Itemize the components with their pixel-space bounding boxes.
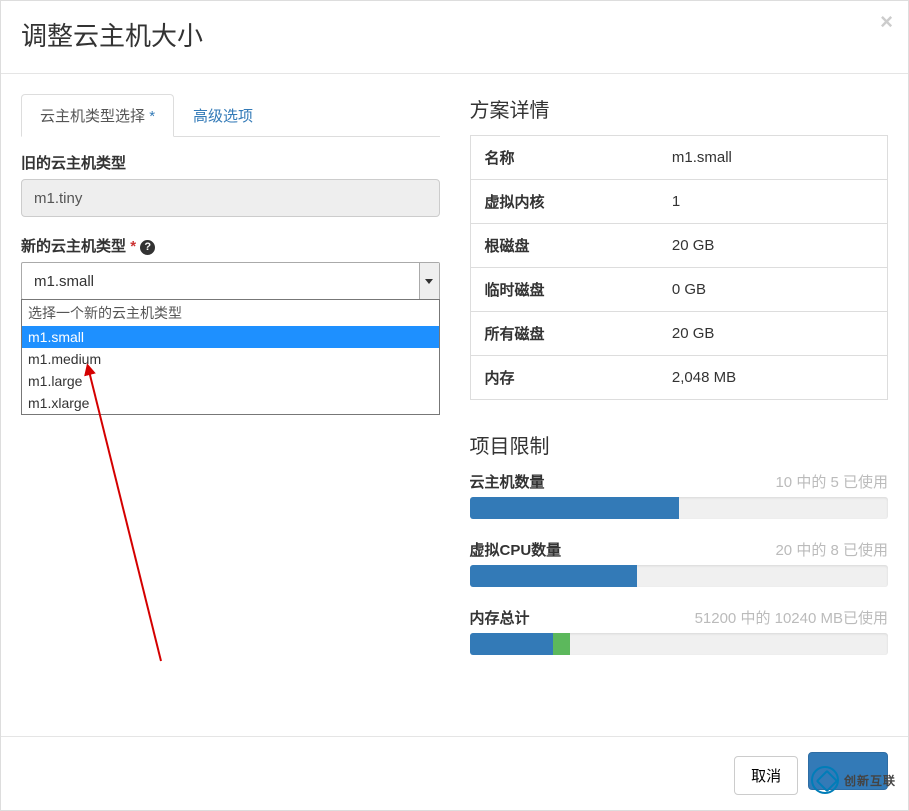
detail-value: 20 GB	[658, 312, 888, 356]
detail-label: 所有磁盘	[470, 312, 658, 356]
close-icon[interactable]: ×	[880, 9, 893, 35]
tab-bar: 云主机类型选择 * 高级选项	[21, 94, 440, 137]
watermark: 创新互联	[811, 766, 896, 794]
progress-bar-track	[470, 565, 889, 587]
quota-usage: 51200 中的 10240 MB已使用	[695, 607, 888, 628]
flavor-dropdown-list: 选择一个新的云主机类型 m1.small m1.medium m1.large …	[21, 299, 440, 415]
table-row: 临时磁盘0 GB	[470, 268, 888, 312]
watermark-logo-icon	[811, 766, 839, 794]
required-marker: *	[149, 108, 155, 125]
new-flavor-select[interactable]: m1.small 选择一个新的云主机类型 m1.small m1.medium …	[21, 262, 440, 300]
new-flavor-label: 新的云主机类型 * ?	[21, 235, 440, 256]
table-row: 名称m1.small	[470, 136, 888, 180]
quota-header: 云主机数量 10 中的 5 已使用	[470, 471, 889, 492]
quota-label: 云主机数量	[470, 471, 545, 492]
details-heading: 方案详情	[470, 94, 889, 123]
detail-value: 0 GB	[658, 268, 888, 312]
new-flavor-group: 新的云主机类型 * ? m1.small 选择一个新的云主机类型 m1.smal…	[21, 235, 440, 300]
progress-bar-track	[470, 497, 889, 519]
flavor-details-table: 名称m1.small 虚拟内核1 根磁盘20 GB 临时磁盘0 GB 所有磁盘2…	[470, 135, 889, 400]
modal-header: × 调整云主机大小	[1, 1, 908, 74]
left-column: 云主机类型选择 * 高级选项 旧的云主机类型 新的云主机类型 * ?	[21, 94, 440, 675]
dropdown-option[interactable]: m1.large	[22, 370, 439, 392]
detail-label: 名称	[470, 136, 658, 180]
quota-instances: 云主机数量 10 中的 5 已使用	[470, 471, 889, 519]
select-value: m1.small	[34, 273, 94, 290]
cancel-button[interactable]: 取消	[734, 756, 798, 795]
quota-usage: 20 中的 8 已使用	[775, 539, 888, 560]
table-row: 内存2,048 MB	[470, 356, 888, 400]
modal-title: 调整云主机大小	[21, 16, 888, 53]
help-icon[interactable]: ?	[140, 240, 155, 255]
detail-label: 临时磁盘	[470, 268, 658, 312]
modal-footer: 取消	[1, 736, 908, 810]
table-row: 所有磁盘20 GB	[470, 312, 888, 356]
modal-body: 云主机类型选择 * 高级选项 旧的云主机类型 新的云主机类型 * ?	[1, 74, 908, 695]
detail-value: m1.small	[658, 136, 888, 180]
watermark-text: 创新互联	[844, 772, 896, 789]
progress-bar-fill	[470, 497, 679, 519]
chevron-down-icon[interactable]	[419, 263, 439, 299]
quota-ram: 内存总计 51200 中的 10240 MB已使用	[470, 607, 889, 655]
old-flavor-label: 旧的云主机类型	[21, 152, 440, 173]
detail-label: 根磁盘	[470, 224, 658, 268]
dropdown-option[interactable]: m1.small	[22, 326, 439, 348]
limits-heading: 项目限制	[470, 430, 889, 459]
tab-flavor-select[interactable]: 云主机类型选择 *	[21, 94, 174, 137]
old-flavor-input	[21, 179, 440, 217]
progress-bar-fill	[470, 633, 554, 655]
detail-value: 1	[658, 180, 888, 224]
table-row: 根磁盘20 GB	[470, 224, 888, 268]
required-marker: *	[130, 238, 140, 255]
dropdown-option[interactable]: m1.medium	[22, 348, 439, 370]
quota-vcpus: 虚拟CPU数量 20 中的 8 已使用	[470, 539, 889, 587]
detail-label: 虚拟内核	[470, 180, 658, 224]
quota-label: 虚拟CPU数量	[470, 539, 562, 560]
dropdown-group-label: 选择一个新的云主机类型	[22, 300, 439, 326]
dropdown-option[interactable]: m1.xlarge	[22, 392, 439, 414]
quota-header: 虚拟CPU数量 20 中的 8 已使用	[470, 539, 889, 560]
old-flavor-group: 旧的云主机类型	[21, 152, 440, 217]
progress-bar-added	[553, 633, 570, 655]
right-column: 方案详情 名称m1.small 虚拟内核1 根磁盘20 GB 临时磁盘0 GB …	[470, 94, 889, 675]
quota-usage: 10 中的 5 已使用	[775, 471, 888, 492]
quota-header: 内存总计 51200 中的 10240 MB已使用	[470, 607, 889, 628]
detail-label: 内存	[470, 356, 658, 400]
detail-value: 20 GB	[658, 224, 888, 268]
tab-advanced[interactable]: 高级选项	[174, 94, 272, 137]
detail-value: 2,048 MB	[658, 356, 888, 400]
progress-bar-fill	[470, 565, 637, 587]
select-display[interactable]: m1.small	[21, 262, 440, 300]
table-row: 虚拟内核1	[470, 180, 888, 224]
progress-bar-track	[470, 633, 889, 655]
tab-label: 高级选项	[193, 108, 253, 125]
quota-label: 内存总计	[470, 607, 530, 628]
resize-instance-modal: × 调整云主机大小 云主机类型选择 * 高级选项 旧的云主机类型 新的云主机类型	[0, 0, 909, 811]
tab-label: 云主机类型选择	[40, 108, 145, 125]
